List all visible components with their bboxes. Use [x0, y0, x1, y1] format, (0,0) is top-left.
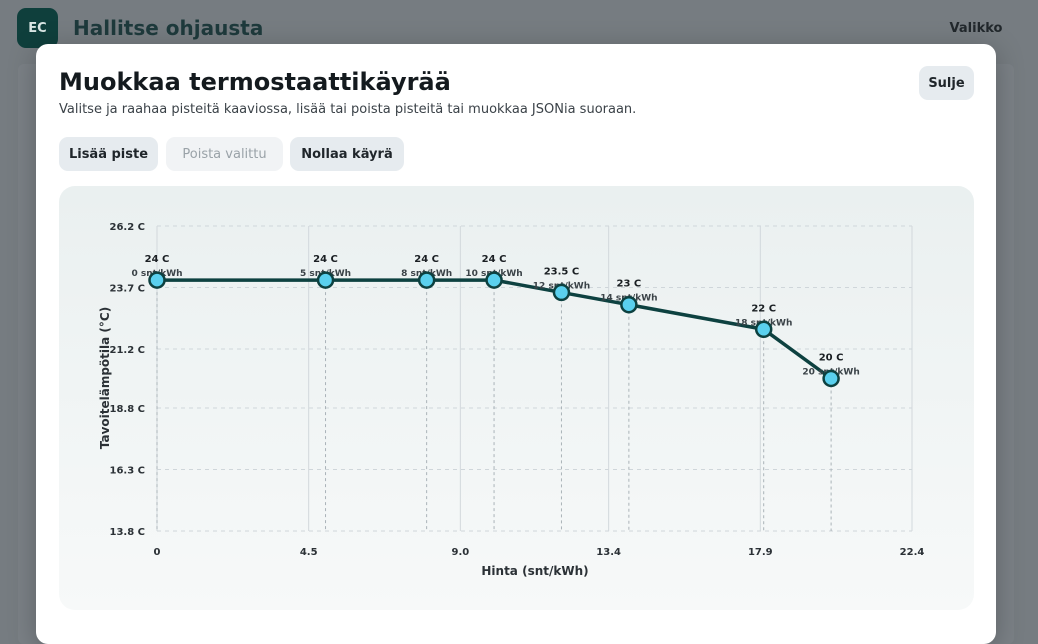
remove-selected-button[interactable]: Poista valittu	[166, 137, 283, 171]
point-temp-label: 20 C	[819, 353, 844, 364]
point-temp-label: 23.5 C	[544, 266, 580, 277]
x-tick-label: 4.5	[300, 547, 318, 558]
app-logo: EC	[17, 8, 58, 48]
curve-point-handle[interactable]	[754, 320, 773, 339]
chart-card: 13.8 C 16.3 C 18.8 C 21.2 C 23.7 C 26.2 C 0 4.5…	[59, 186, 974, 610]
curve-point-handle[interactable]	[485, 271, 503, 289]
curve-point-handle[interactable]	[417, 271, 436, 289]
point-temp-label: 23 C	[617, 279, 642, 290]
dialog-description: Valitse ja raahaa pisteitä kaaviossa, li…	[59, 102, 637, 117]
curve-point-handle[interactable]	[620, 295, 638, 314]
point-temp-label: 24 C	[313, 254, 338, 265]
y-axis-label: Tavoitelämpötila (°C)	[98, 307, 112, 449]
add-point-button[interactable]: Lisää piste	[59, 137, 158, 171]
x-tick-label: 13.4	[596, 547, 621, 558]
x-axis-label: Hinta (snt/kWh)	[481, 564, 588, 578]
y-tick-label: 18.8 C	[110, 404, 146, 415]
y-tick-label: 16.3 C	[110, 466, 146, 477]
curve-point-handle[interactable]	[552, 283, 571, 302]
app-title: Hallitse ohjausta	[73, 16, 264, 40]
x-tick-label: 9.0	[451, 547, 469, 558]
dialog-title: Muokkaa termostaattikäyrää	[59, 68, 451, 96]
x-tick-label: 17.9	[748, 547, 773, 558]
x-tick-label: 22.4	[900, 547, 925, 558]
curve-chart[interactable]: 13.8 C 16.3 C 18.8 C 21.2 C 23.7 C 26.2 C 0 4.5…	[59, 186, 974, 610]
point-temp-label: 24 C	[482, 254, 507, 265]
y-tick-label: 13.8 C	[110, 527, 146, 538]
point-temp-label: 24 C	[145, 254, 170, 265]
reset-curve-button[interactable]: Nollaa käyrä	[290, 137, 404, 171]
curve-point-handle[interactable]	[148, 271, 166, 289]
y-tick-label: 26.2 C	[110, 222, 146, 233]
close-button[interactable]: Sulje	[919, 66, 974, 100]
curve-point-handle[interactable]	[822, 369, 840, 388]
x-tick-label: 0	[154, 547, 161, 558]
point-temp-label: 22 C	[751, 303, 776, 314]
point-temp-label: 24 C	[414, 254, 439, 265]
curve-point-handle[interactable]	[316, 271, 335, 289]
y-tick-label: 21.2 C	[110, 345, 146, 356]
y-tick-label: 23.7 C	[110, 283, 146, 294]
curve-editor-dialog: Muokkaa termostaattikäyrää Valitse ja ra…	[36, 44, 996, 644]
menu-button[interactable]: Valikko	[938, 15, 1014, 41]
